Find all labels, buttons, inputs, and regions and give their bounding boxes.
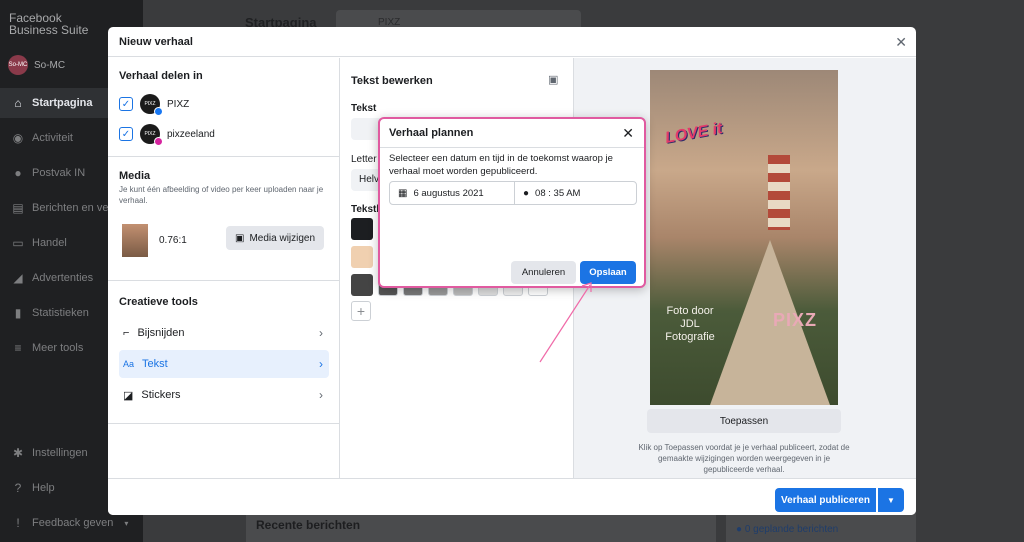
gear-icon: ✱	[12, 446, 24, 460]
instagram-icon	[154, 137, 163, 146]
account-option-pixzeeland[interactable]: ✓ PIXZ pixzeeland	[119, 124, 215, 146]
save-button[interactable]: Opslaan	[580, 261, 636, 284]
media-thumbnail	[122, 224, 148, 257]
media-icon: ▣	[235, 232, 245, 244]
home-icon: ⌂	[14, 96, 22, 110]
apply-button[interactable]: Toepassen	[647, 409, 841, 433]
story-settings-panel: Verhaal delen in ✓ PIXZ PIXZ ✓ PIXZ pixz…	[108, 58, 340, 478]
divider	[108, 423, 340, 424]
divider	[108, 280, 340, 281]
modal-header: Nieuw verhaal	[108, 27, 916, 57]
menu-icon: ≡	[14, 341, 22, 355]
dialog-description: Selecteer een datum en tijd in de toekom…	[389, 153, 613, 177]
story-preview-image: LOVE it Foto door JDL Fotografie PIXZ	[650, 70, 838, 405]
checkbox-pixz[interactable]: ✓	[119, 97, 133, 111]
publish-story-button[interactable]: Verhaal publiceren	[775, 488, 876, 512]
tool-text[interactable]: Aa Tekst ›	[119, 350, 329, 378]
schedule-story-dialog: Verhaal plannen ✕ Selecteer een datum en…	[378, 117, 646, 288]
chevron-right-icon: ›	[319, 388, 323, 402]
activity-icon: ◉	[12, 131, 24, 145]
avatar: PIXZ	[140, 94, 163, 116]
brand-watermark: PIXZ	[773, 310, 818, 330]
facebook-icon	[154, 107, 163, 116]
divider	[380, 147, 644, 148]
love-it-sticker: LOVE it	[663, 120, 724, 147]
font-label: Letter	[351, 154, 377, 165]
change-media-button[interactable]: ▣ Media wijzigen	[226, 226, 325, 250]
add-color-button[interactable]: +	[351, 301, 371, 321]
apply-note: Klik op Toepassen voordat je je verhaal …	[638, 443, 850, 474]
media-ratio: 0.76:1	[159, 235, 187, 246]
app-logo: Facebook Business Suite	[9, 11, 89, 37]
help-icon: ?	[14, 481, 22, 495]
date-input[interactable]: ▦ 6 augustus 2021	[390, 182, 515, 204]
time-input[interactable]: ● 08 : 35 AM	[515, 182, 636, 204]
cancel-button[interactable]: Annuleren	[511, 261, 576, 284]
checkbox-pixzeeland[interactable]: ✓	[119, 127, 133, 141]
text-icon: Aa	[123, 359, 135, 369]
text-edit-title: Tekst bewerken	[351, 75, 433, 87]
tools-section-title: Creatieve tools	[119, 296, 198, 308]
media-description: Je kunt één afbeelding of video per keer…	[119, 185, 324, 205]
calendar-icon: ▦	[398, 187, 408, 199]
color-swatch-black[interactable]	[351, 218, 373, 240]
chevron-right-icon: ›	[319, 357, 323, 371]
layout-icon[interactable]: ▣	[548, 73, 558, 86]
tool-stickers[interactable]: ◪ Stickers ›	[119, 381, 329, 409]
account-switcher[interactable]: So-MC So-MC	[8, 55, 65, 75]
color-swatch-grey[interactable]	[351, 274, 373, 296]
account-option-pixz[interactable]: ✓ PIXZ PIXZ	[119, 94, 189, 116]
close-icon[interactable]: ✕	[895, 34, 907, 51]
media-section-title: Media	[119, 170, 151, 182]
recent-posts-header: Recente berichten	[246, 512, 716, 542]
cart-icon: ▭	[12, 236, 24, 250]
photo-credit: Foto door JDL Fotografie	[665, 305, 715, 343]
crop-icon: ⌐	[123, 327, 130, 339]
bar-chart-icon: ▮	[14, 306, 22, 320]
chevron-down-icon: ▼	[887, 495, 895, 505]
avatar: So-MC	[8, 55, 28, 75]
tool-crop[interactable]: ⌐ Bijsnijden ›	[119, 319, 329, 347]
chat-icon: ●	[14, 166, 22, 180]
text-label: Tekst	[351, 103, 377, 114]
datetime-inputs: ▦ 6 augustus 2021 ● 08 : 35 AM	[389, 181, 637, 205]
feedback-icon: !	[16, 516, 20, 530]
publish-options-button[interactable]: ▼	[878, 488, 904, 512]
clock-icon: ●	[523, 187, 530, 199]
modal-title: Nieuw verhaal	[119, 35, 193, 48]
color-swatch-beige[interactable]	[351, 246, 373, 268]
posts-icon: ▤	[12, 201, 24, 215]
dialog-title: Verhaal plannen	[389, 127, 474, 139]
megaphone-icon: ◢	[13, 271, 23, 285]
share-section-title: Verhaal delen in	[119, 70, 203, 82]
chevron-right-icon: ›	[319, 326, 323, 340]
clock-icon: ●	[736, 524, 743, 535]
scheduled-posts-link[interactable]: ● 0 geplande berichten	[726, 512, 916, 542]
modal-footer: Verhaal publiceren ▼	[108, 478, 916, 515]
divider	[108, 156, 340, 157]
account-name: So-MC	[34, 59, 66, 71]
close-icon[interactable]: ✕	[622, 125, 634, 142]
avatar: PIXZ	[140, 124, 163, 146]
sticker-icon: ◪	[123, 389, 134, 402]
chevron-down-icon: ▾	[124, 518, 129, 528]
lighthouse	[768, 155, 790, 230]
